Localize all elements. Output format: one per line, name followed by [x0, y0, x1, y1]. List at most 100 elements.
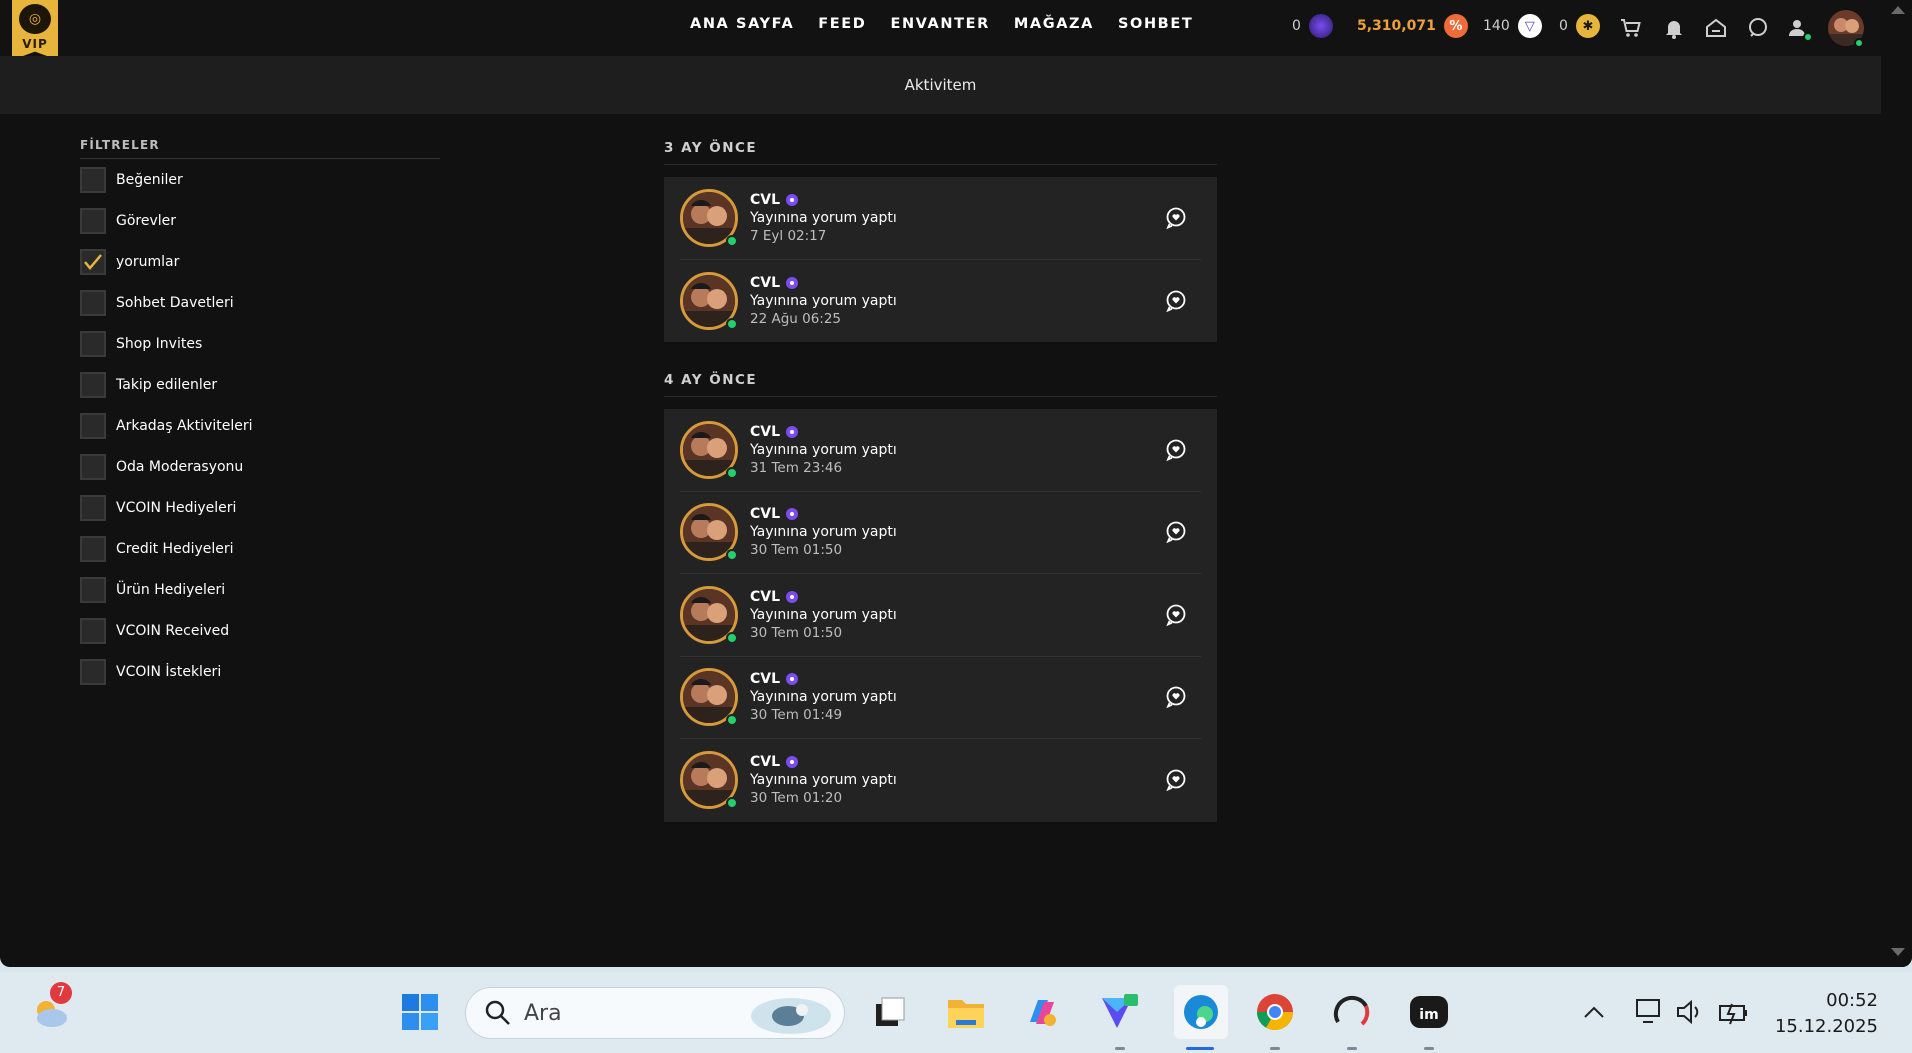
file-explorer-icon[interactable] [944, 990, 988, 1034]
volume-icon[interactable] [1670, 990, 1710, 1034]
checkbox[interactable] [80, 617, 106, 644]
activity-item[interactable]: CVL Yayınına yorum yaptı 31 Tem 23:46 [680, 409, 1201, 492]
avatar[interactable] [680, 188, 738, 247]
friends-icon[interactable] [1785, 14, 1813, 42]
nav-link-shop[interactable]: MAĞAZA [1014, 16, 1094, 32]
activity-text: CVL Yayınına yorum yaptı 30 Tem 01:50 [750, 505, 897, 559]
activity-user[interactable]: CVL [750, 505, 897, 523]
filter-item[interactable]: VCOIN Received [80, 610, 440, 651]
taskbar-search[interactable]: Ara [465, 987, 845, 1039]
verified-badge-icon [786, 590, 799, 603]
scroll-up-arrow-icon[interactable] [1891, 6, 1905, 14]
promo-credits-balance[interactable]: 140 ▽ [1483, 14, 1542, 38]
activity-user[interactable]: CVL [750, 670, 897, 688]
filter-item[interactable]: Sohbet Davetleri [80, 282, 440, 323]
avatar[interactable] [680, 751, 738, 810]
checkbox[interactable] [80, 330, 106, 357]
credits-icon: % [1443, 14, 1468, 38]
filter-item[interactable]: Credit Hediyeleri [80, 528, 440, 569]
vip-badge[interactable]: ◎ VIP [12, 0, 58, 60]
imvu-app-icon[interactable]: im [1407, 990, 1451, 1034]
filter-item[interactable]: Takip edilenler [80, 364, 440, 405]
windows-start-icon[interactable] [398, 990, 442, 1034]
checkbox[interactable] [80, 207, 106, 234]
credits-balance[interactable]: 5,310,071 % [1357, 14, 1468, 38]
comment-heart-icon[interactable] [1165, 439, 1187, 462]
checkbox[interactable] [80, 412, 106, 439]
activity-item[interactable]: CVL Yayınına yorum yaptı 30 Tem 01:50 [680, 574, 1201, 657]
filter-item[interactable]: Shop Invites [80, 323, 440, 364]
checkbox[interactable] [80, 166, 106, 193]
activity-feed: 3 AY ÖNCE CVL Yayınına yorum yaptı 7 Eyl 02… [664, 140, 1217, 852]
comment-heart-icon[interactable] [1165, 207, 1187, 230]
search-placeholder: Ara [524, 1000, 562, 1026]
comment-heart-icon[interactable] [1165, 521, 1187, 544]
verified-badge-icon [786, 508, 799, 521]
cart-icon[interactable] [1617, 14, 1645, 42]
filter-item[interactable]: Oda Moderasyonu [80, 446, 440, 487]
filter-item[interactable]: Arkadaş Aktiviteleri [80, 405, 440, 446]
battery-icon[interactable] [1714, 990, 1754, 1034]
vcoin-balance[interactable]: 0 [1292, 14, 1333, 38]
activity-timestamp: 22 Ağu 06:25 [750, 310, 842, 327]
comment-heart-icon[interactable] [1165, 686, 1187, 709]
nav-link-feed[interactable]: FEED [818, 16, 866, 32]
taskbar-clock[interactable]: 00:52 15.12.2025 [1775, 988, 1878, 1040]
comment-heart-icon[interactable] [1165, 290, 1187, 313]
avatar[interactable] [680, 420, 738, 479]
home-icon[interactable] [1702, 14, 1730, 42]
filter-item[interactable]: yorumlar [80, 241, 440, 282]
activity-user[interactable]: CVL [750, 423, 897, 441]
chrome-browser-icon[interactable] [1253, 990, 1297, 1034]
vcoin-amount: 0 [1292, 18, 1301, 34]
scroll-down-arrow-icon[interactable] [1891, 948, 1905, 956]
task-view-icon[interactable] [866, 990, 910, 1034]
checkbox[interactable] [80, 453, 106, 480]
activity-item[interactable]: CVL Yayınına yorum yaptı 22 Ağu 06:25 [680, 260, 1201, 343]
activity-user[interactable]: CVL [750, 588, 897, 606]
activity-item[interactable]: CVL Yayınına yorum yaptı 30 Tem 01:50 [680, 492, 1201, 574]
filter-item[interactable]: Ürün Hediyeleri [80, 569, 440, 610]
show-hidden-icons-chevron-icon[interactable] [1574, 990, 1614, 1034]
nav-link-inventory[interactable]: ENVANTER [890, 16, 989, 32]
comment-heart-icon[interactable] [1165, 769, 1187, 792]
filter-item[interactable]: Görevler [80, 200, 440, 241]
checkbox-checked[interactable] [80, 248, 106, 275]
messages-icon[interactable] [1744, 14, 1772, 42]
checkbox[interactable] [80, 576, 106, 603]
checkbox[interactable] [80, 494, 106, 521]
activity-user[interactable]: CVL [750, 274, 897, 292]
activity-item[interactable]: CVL Yayınına yorum yaptı 7 Eyl 02:17 [680, 177, 1201, 260]
copilot-icon[interactable] [1020, 990, 1064, 1034]
imvu-logo-icon: ◎ [19, 4, 51, 34]
activity-timestamp: 7 Eyl 02:17 [750, 227, 827, 244]
avatar[interactable] [680, 585, 738, 644]
checkbox[interactable] [80, 658, 106, 685]
weather-widget-icon[interactable]: 7 [28, 982, 72, 1034]
avatar[interactable] [680, 503, 738, 562]
vpn-app-icon[interactable] [1098, 990, 1142, 1034]
activity-item[interactable]: CVL Yayınına yorum yaptı 30 Tem 01:49 [680, 657, 1201, 739]
checkbox[interactable] [80, 289, 106, 316]
activity-item[interactable]: CVL Yayınına yorum yaptı 30 Tem 01:20 [680, 739, 1201, 822]
network-icon[interactable] [1630, 990, 1670, 1034]
scrollbar[interactable] [1881, 0, 1912, 967]
activity-user[interactable]: CVL [750, 191, 897, 209]
nav-link-home[interactable]: ANA SAYFA [690, 16, 794, 32]
filter-item[interactable]: Beğeniler [80, 159, 440, 200]
search-icon [485, 1000, 510, 1025]
checkbox[interactable] [80, 371, 106, 398]
checkbox[interactable] [80, 535, 106, 562]
nav-link-chat[interactable]: SOHBET [1118, 16, 1193, 32]
activity-user[interactable]: CVL [750, 753, 897, 771]
comment-heart-icon[interactable] [1165, 604, 1187, 627]
vip-points-balance[interactable]: 0 ✱ [1559, 14, 1600, 38]
notifications-bell-icon[interactable] [1660, 14, 1688, 42]
edge-browser-icon[interactable] [1174, 985, 1228, 1039]
loading-app-icon[interactable] [1330, 990, 1374, 1034]
clock-date: 15.12.2025 [1774, 1016, 1878, 1037]
avatar[interactable] [680, 668, 738, 727]
filter-item[interactable]: VCOIN Hediyeleri [80, 487, 440, 528]
filter-item[interactable]: VCOIN İstekleri [80, 651, 440, 692]
avatar[interactable] [680, 271, 738, 330]
